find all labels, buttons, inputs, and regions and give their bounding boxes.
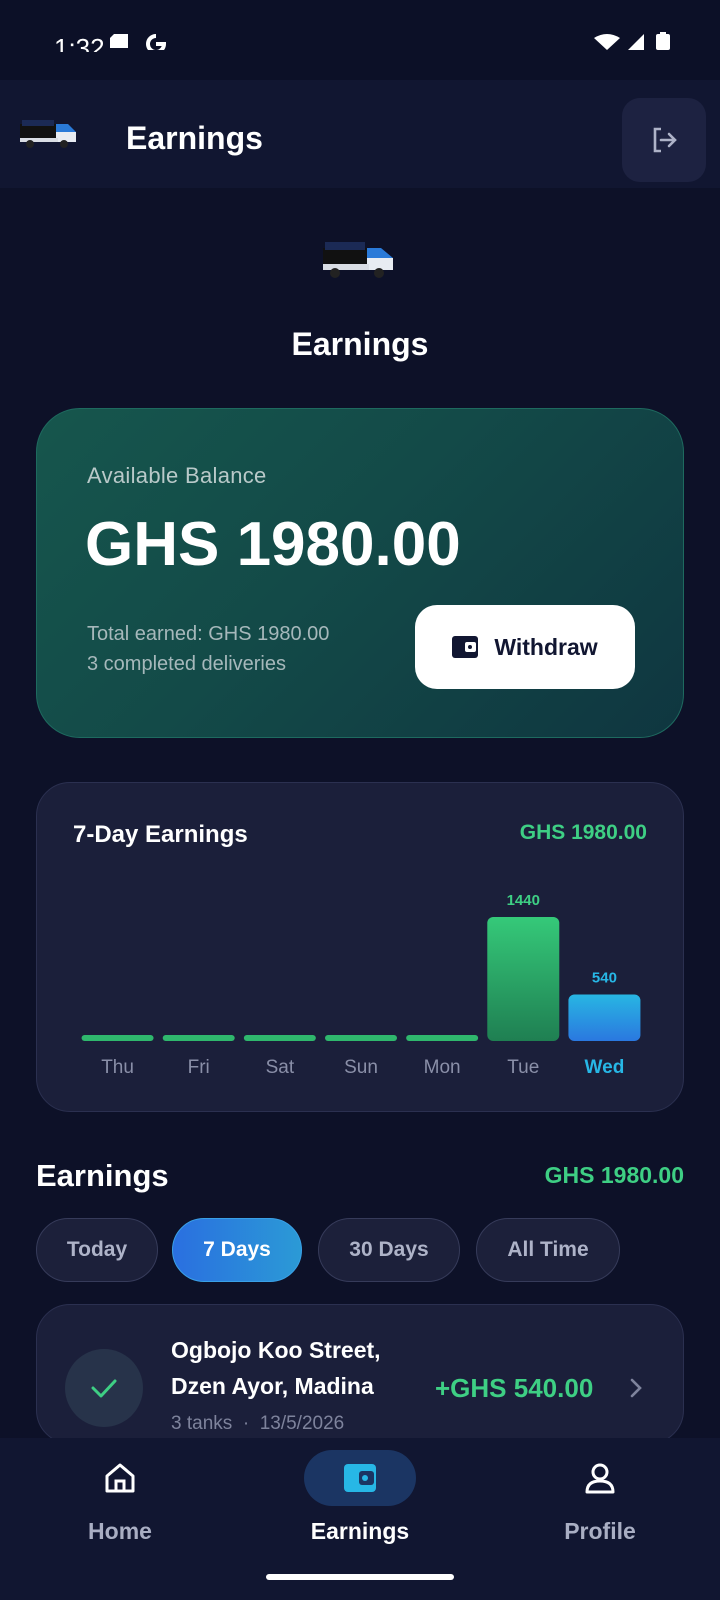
chart-tick-wed: Wed [585,1057,625,1078]
wallet-icon [344,1464,376,1492]
chart-tick-sat: Sat [266,1057,295,1078]
chart-tick-mon: Mon [424,1057,461,1078]
chevron-right-icon [630,1378,642,1398]
chart-bar-sun [325,1035,397,1041]
sd-card-icon [110,34,128,48]
balance-card: Available Balance GHS 1980.00 Total earn… [36,408,684,738]
status-bar: 1:32 [0,0,720,80]
home-indicator [266,1574,454,1580]
wifi-icon [594,34,620,50]
withdraw-button[interactable]: Withdraw [415,605,635,689]
page-title: Earnings [291,326,429,362]
logout-button[interactable] [622,98,706,182]
battery-icon [656,32,670,50]
person-icon [585,1463,615,1494]
filter-30-days[interactable]: 30 Days [318,1218,460,1282]
earnings-chart-card: 7-Day Earnings GHS 1980.00 Thu Fri Sat Sun M… [36,782,684,1112]
earning-list-item[interactable]: Ogbojo Koo Street, Dzen Ayor, Madina 3 t… [36,1304,684,1444]
signal-icon [628,34,644,50]
total-earned: Total earned: GHS 1980.00 [87,623,330,645]
wallet-icon [452,636,479,658]
earning-meta: 3 tanks · 13/5/2026 [171,1413,345,1434]
chart-tick-fri: Fri [188,1057,210,1078]
earning-address-line1: Ogbojo Koo Street, [171,1337,381,1363]
chart-tick-thu: Thu [101,1057,134,1078]
chart-tick-tue: Tue [507,1057,539,1078]
nav-earnings[interactable]: Earnings [240,1438,480,1568]
completed-check-icon [65,1349,143,1427]
nav-earnings-label: Earnings [310,1518,410,1544]
filter-7-days[interactable]: 7 Days [172,1218,302,1282]
header-title: Earnings [126,120,263,156]
status-time: 1:32 [54,33,105,52]
earning-address-line2: Dzen Ayor, Madina [171,1373,374,1399]
chart-bar-mon [406,1035,479,1041]
chart-bar-fri [162,1035,235,1041]
bar-chart: Thu Fri Sat Sun Mon 1440 Tue 540 Wed [81,892,641,1078]
filter-all-time[interactable]: All Time [476,1218,620,1282]
truck-logo-icon [323,242,393,278]
filter-today[interactable]: Today [36,1218,158,1282]
truck-logo-icon [20,120,76,148]
logout-icon [653,127,677,153]
chart-data-label-tue: 1440 [507,892,540,909]
home-icon [105,1463,135,1493]
app-header: Earnings [0,80,720,188]
withdraw-label: Withdraw [494,633,598,660]
earnings-section-title: Earnings [36,1158,169,1193]
earnings-section-total: GHS 1980.00 [544,1162,684,1188]
nav-profile[interactable]: Profile [480,1438,720,1568]
g-logo-icon [146,34,167,50]
balance-label: Available Balance [87,463,267,488]
chart-tick-sun: Sun [344,1057,378,1078]
completed-deliveries: 3 completed deliveries [87,653,286,675]
balance-amount: GHS 1980.00 [85,510,461,579]
chart-bar-tue [487,917,560,1041]
chart-bar-thu [81,1035,154,1041]
earning-amount: +GHS 540.00 [435,1373,594,1403]
nav-profile-label: Profile [564,1518,636,1544]
chart-data-label-wed: 540 [592,970,617,987]
nav-home-label: Home [88,1518,152,1544]
chart-bar-sat [243,1035,316,1041]
nav-home[interactable]: Home [0,1438,240,1568]
chart-bar-wed [568,994,641,1041]
